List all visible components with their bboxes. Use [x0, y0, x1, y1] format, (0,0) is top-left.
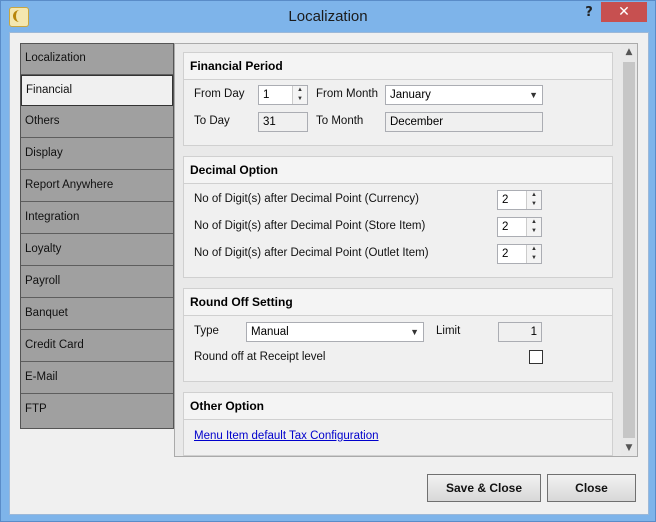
financial-period-group: Financial Period From Day 1 ▲ ▼ From Mont…: [183, 52, 613, 146]
stepper-arrows-icon[interactable]: ▲ ▼: [526, 191, 541, 209]
nav-item-others[interactable]: Others: [21, 107, 173, 138]
nav-item-banquet[interactable]: Banquet: [21, 299, 173, 330]
nav-item-ftp[interactable]: FTP: [21, 395, 173, 426]
nav-item-localization[interactable]: Localization: [21, 44, 173, 75]
outlet-decimal-stepper[interactable]: 2 ▲ ▼: [497, 244, 542, 264]
nav-item-integration[interactable]: Integration: [21, 203, 173, 234]
window-title: Localization: [288, 8, 368, 25]
store-decimal-stepper[interactable]: 2 ▲ ▼: [497, 217, 542, 237]
nav-item-display[interactable]: Display: [21, 139, 173, 170]
chevron-down-icon: ▼: [529, 90, 538, 100]
limit-field[interactable]: 1: [498, 322, 542, 342]
round-off-type-value: Manual: [251, 326, 289, 338]
from-day-value: 1: [263, 89, 270, 101]
to-month-label: To Month: [316, 115, 364, 127]
decimal-option-group: Decimal Option No of Digit(s) after Deci…: [183, 156, 613, 278]
outlet-decimal-label: No of Digit(s) after Decimal Point (Outl…: [194, 247, 429, 259]
other-option-group: Other Option Menu Item default Tax Confi…: [183, 392, 613, 456]
chevron-down-icon: ▼: [410, 327, 419, 337]
from-day-stepper[interactable]: 1 ▲ ▼: [258, 85, 308, 105]
store-decimal-label: No of Digit(s) after Decimal Point (Stor…: [194, 220, 426, 232]
nav-item-payroll[interactable]: Payroll: [21, 267, 173, 298]
from-month-label: From Month: [316, 88, 378, 100]
title-bar: Localization ? ✕: [1, 1, 655, 31]
nav-item-financial[interactable]: Financial: [21, 75, 173, 106]
round-off-group: Round Off Setting Type Manual ▼ Limit 1 …: [183, 288, 613, 382]
receipt-level-label: Round off at Receipt level: [194, 351, 326, 363]
help-button[interactable]: ?: [579, 5, 599, 23]
to-month-field[interactable]: December: [385, 112, 543, 132]
round-off-type-select[interactable]: Manual ▼: [246, 322, 424, 342]
stepper-arrows-icon[interactable]: ▲ ▼: [526, 218, 541, 236]
nav-item-report-anywhere[interactable]: Report Anywhere: [21, 171, 173, 202]
type-label: Type: [194, 325, 219, 337]
scroll-thumb[interactable]: [623, 62, 635, 438]
close-window-button[interactable]: ✕: [601, 2, 647, 22]
localization-window: Localization ? ✕ Localization Financial …: [0, 0, 656, 522]
group-title: Financial Period: [184, 53, 612, 80]
stepper-arrows-icon[interactable]: ▲ ▼: [292, 86, 307, 104]
currency-decimal-label: No of Digit(s) after Decimal Point (Curr…: [194, 193, 419, 205]
save-close-button[interactable]: Save & Close: [427, 474, 541, 502]
nav-item-credit-card[interactable]: Credit Card: [21, 331, 173, 362]
receipt-level-checkbox[interactable]: [529, 350, 543, 364]
currency-decimal-value: 2: [502, 194, 509, 206]
currency-decimal-stepper[interactable]: 2 ▲ ▼: [497, 190, 542, 210]
to-day-label: To Day: [194, 115, 230, 127]
close-button[interactable]: Close: [547, 474, 636, 502]
tax-configuration-link[interactable]: Menu Item default Tax Configuration: [194, 430, 379, 442]
from-month-value: January: [390, 89, 431, 101]
outlet-decimal-value: 2: [502, 248, 509, 260]
nav-item-email[interactable]: E-Mail: [21, 363, 173, 394]
financial-settings-panel: Financial Period From Day 1 ▲ ▼ From Mont…: [174, 43, 638, 457]
to-day-field[interactable]: 31: [258, 112, 308, 132]
group-title: Other Option: [184, 393, 612, 420]
group-title: Decimal Option: [184, 157, 612, 184]
limit-label: Limit: [436, 325, 461, 337]
from-day-label: From Day: [194, 88, 245, 100]
group-title: Round Off Setting: [184, 289, 612, 316]
dialog-body: Localization Financial Others Display Re…: [9, 32, 649, 515]
from-month-select[interactable]: January ▼: [385, 85, 543, 105]
stepper-arrows-icon[interactable]: ▲ ▼: [526, 245, 541, 263]
nav-item-loyalty[interactable]: Loyalty: [21, 235, 173, 266]
panel-scrollbar[interactable]: ▲ ▼: [621, 44, 637, 456]
store-decimal-value: 2: [502, 221, 509, 233]
scroll-down-icon[interactable]: ▼: [621, 440, 637, 456]
settings-nav: Localization Financial Others Display Re…: [20, 43, 174, 429]
scroll-up-icon[interactable]: ▲: [621, 44, 637, 60]
